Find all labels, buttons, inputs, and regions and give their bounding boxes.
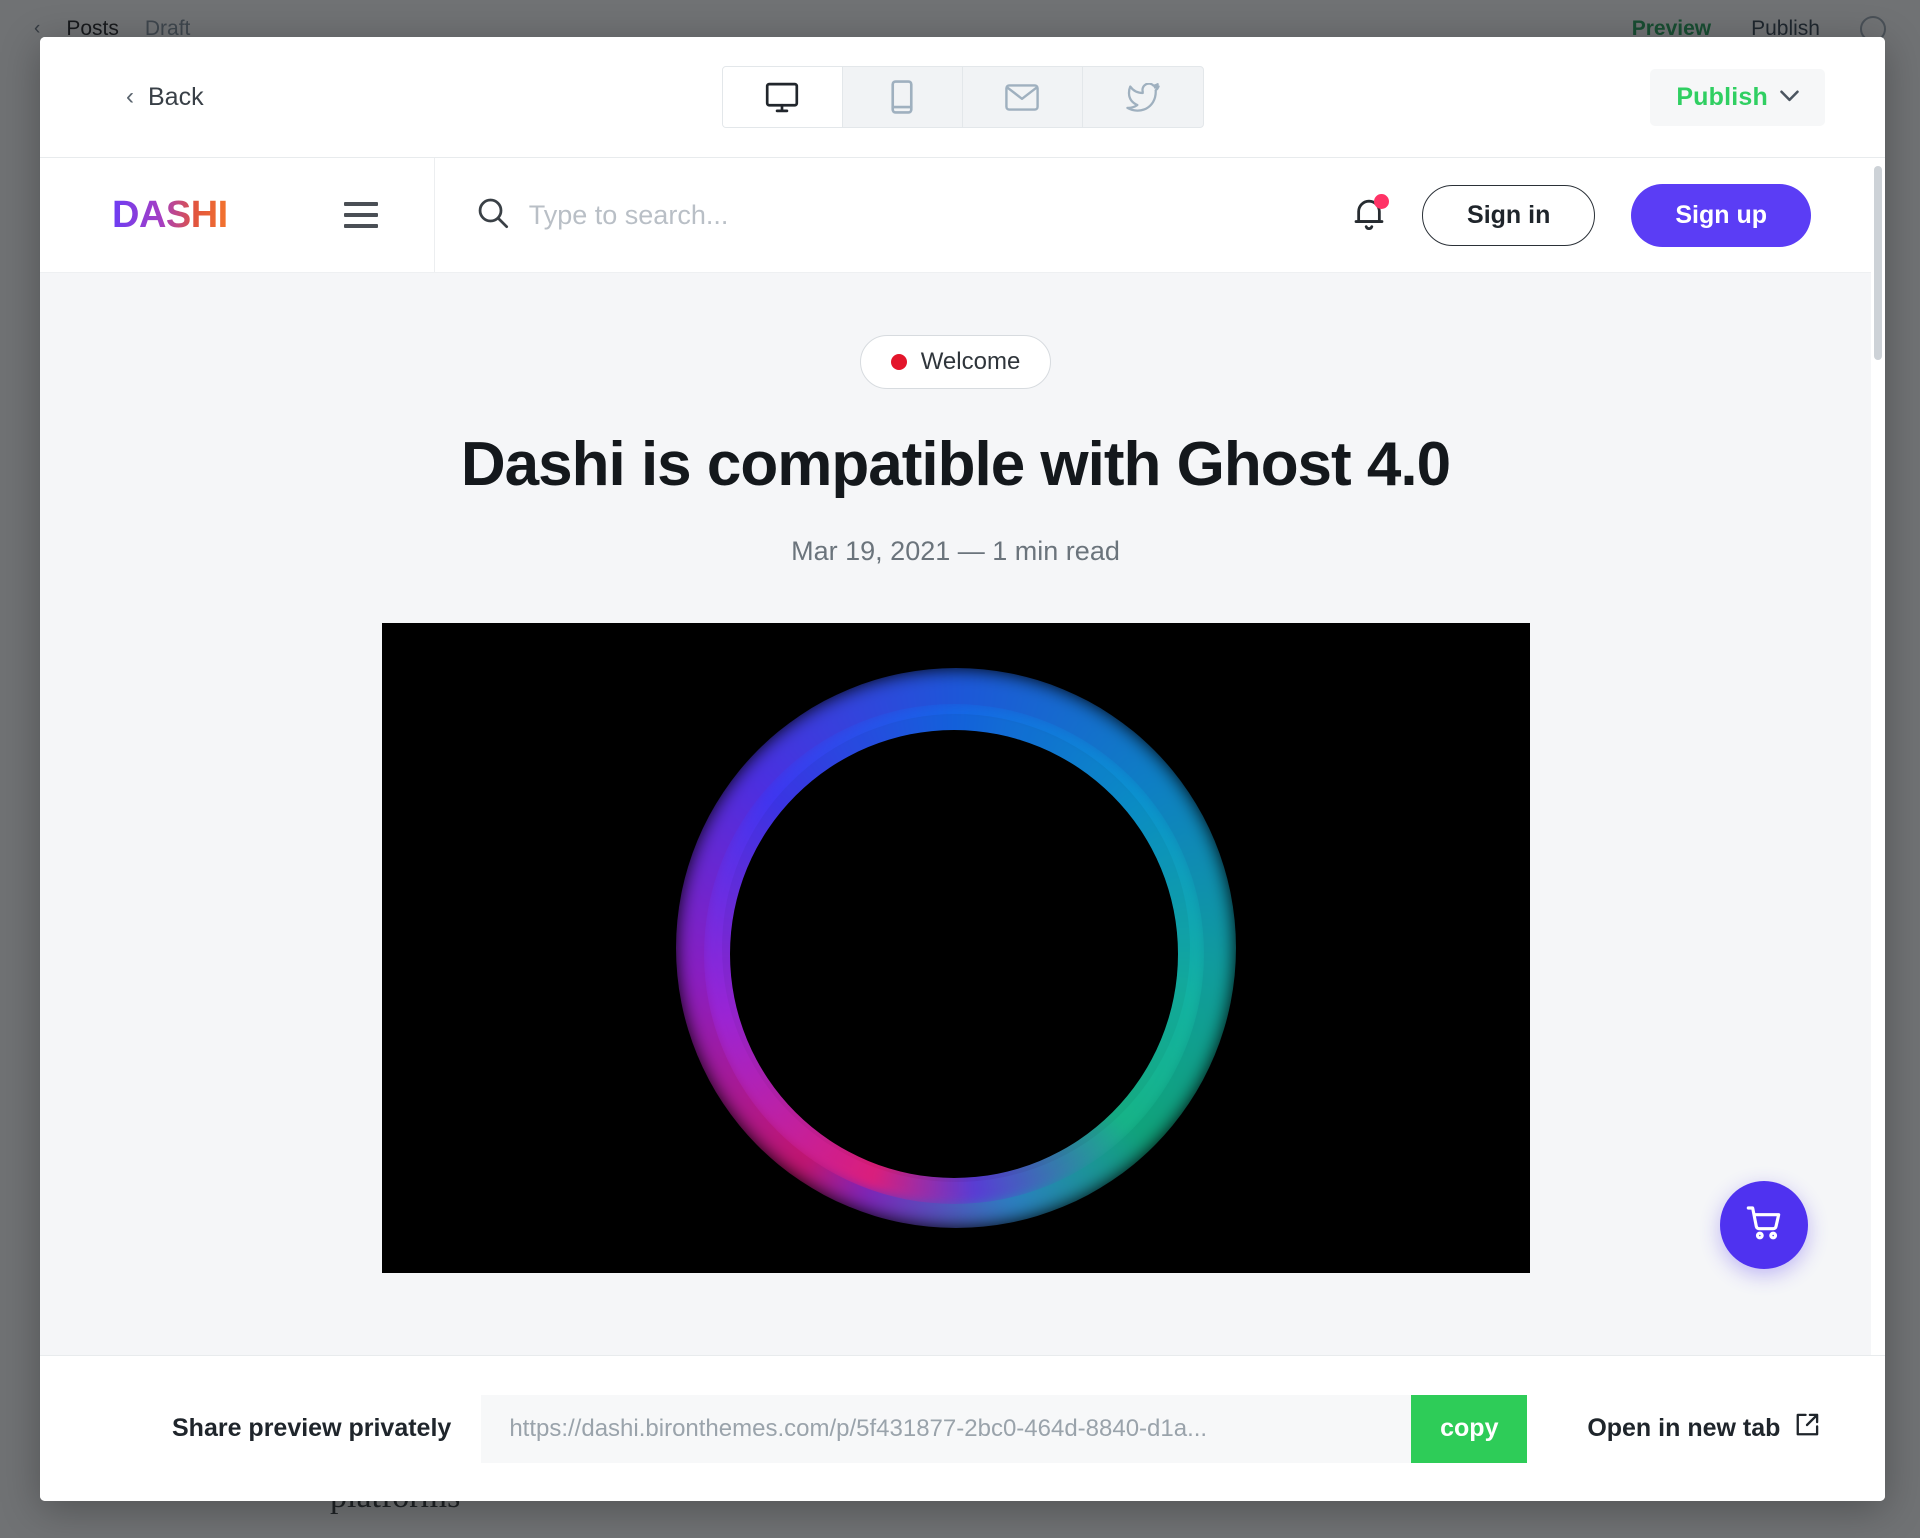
hamburger-icon[interactable] [343,202,378,228]
view-mode-mobile[interactable] [843,67,963,127]
view-mode-email[interactable] [963,67,1083,127]
notification-dot [1374,194,1390,209]
shopping-cart-icon [1744,1203,1784,1248]
chevron-down-icon [1780,86,1799,108]
post-meta: Mar 19, 2021 — 1 min read [40,536,1871,567]
back-button[interactable]: ‹ Back [126,83,204,112]
post-tag[interactable]: Welcome [859,335,1052,389]
share-url-group: copy [481,1394,1528,1463]
post-article: Welcome Dashi is compatible with Ghost 4… [40,273,1871,1273]
sign-up-button[interactable]: Sign up [1631,183,1811,247]
search-field[interactable] [477,197,1352,234]
preview-modal: ‹ Back Publish DASHI Type to search... S… [40,37,1885,1501]
post-read-time: 1 min read [992,536,1120,566]
view-mode-desktop[interactable] [722,67,843,127]
share-url-input[interactable] [481,1394,1412,1463]
copy-button[interactable]: copy [1411,1394,1528,1463]
view-mode-twitter[interactable] [1083,67,1203,127]
search-icon [477,197,509,234]
bell-icon[interactable] [1352,194,1390,234]
site-navbar: DASHI Type to search... Sign in Sign up [40,158,1871,273]
publish-button[interactable]: Publish [1650,68,1825,126]
back-button-label: Back [148,82,204,111]
monitor-icon [765,82,799,113]
preview-scrollbar[interactable] [1871,158,1885,1355]
post-tag-label: Welcome [920,348,1021,375]
feature-image-ring-inner [703,704,1204,1204]
preview-scrollbar-thumb[interactable] [1874,166,1882,360]
publish-button-label: Publish [1676,82,1768,111]
post-feature-image [381,623,1530,1273]
open-in-new-tab-label: Open in new tab [1587,1414,1781,1442]
envelope-icon [1005,83,1039,111]
previewed-site: DASHI Type to search... Sign in Sign up … [40,158,1871,1355]
shopping-cart-button[interactable] [1720,1181,1808,1269]
site-logo[interactable]: DASHI [112,194,228,237]
preview-viewport: DASHI Type to search... Sign in Sign up … [40,158,1885,1355]
chevron-left-icon: ‹ [126,83,134,110]
sign-in-button[interactable]: Sign in [1422,184,1596,246]
share-preview-label: Share preview privately [172,1414,452,1442]
share-preview-bar: Share preview privately copy Open in new… [40,1355,1885,1501]
phone-icon [891,80,913,114]
external-link-icon [1794,1412,1820,1445]
preview-modal-toolbar: ‹ Back Publish [40,37,1885,158]
search-input[interactable] [528,199,989,231]
post-meta-separator: — [957,536,985,566]
navbar-divider [433,158,435,272]
navbar-actions: Sign in Sign up [1352,183,1871,247]
post-title: Dashi is compatible with Ghost 4.0 [460,430,1451,499]
post-date: Mar 19, 2021 [791,536,951,566]
view-mode-toggle-group [721,66,1204,128]
open-in-new-tab-button[interactable]: Open in new tab [1587,1412,1820,1445]
twitter-icon [1125,82,1160,112]
tag-dot-icon [890,354,907,370]
